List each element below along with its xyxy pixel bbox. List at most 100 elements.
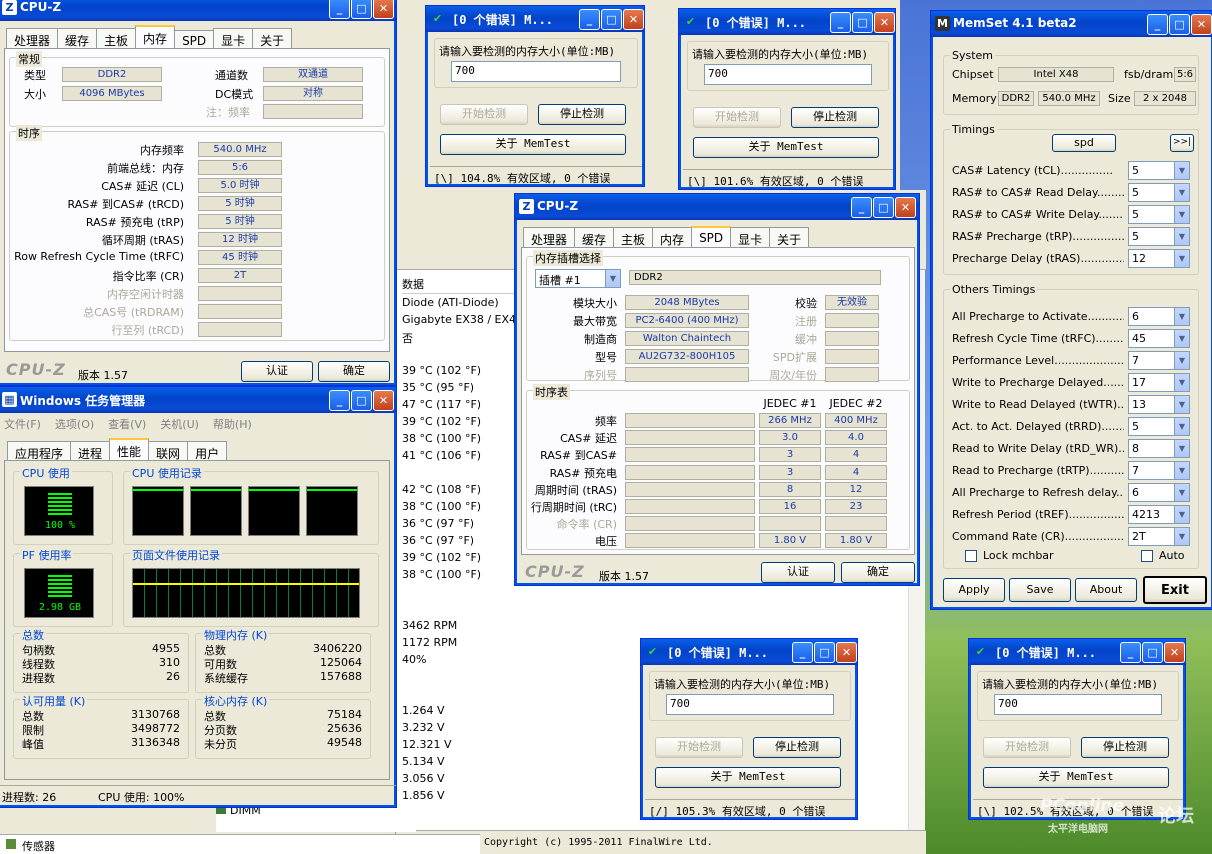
timing-dropdown[interactable]: 5 ▼ bbox=[1128, 161, 1190, 180]
maximize-button[interactable]: □ bbox=[814, 642, 835, 663]
apply-button[interactable]: Apply bbox=[943, 578, 1005, 602]
stop-test-button[interactable]: 停止检测 bbox=[753, 737, 841, 758]
cpu-core-graph bbox=[132, 486, 184, 536]
ok-button[interactable]: 确定 bbox=[841, 562, 915, 583]
close-button[interactable]: ✕ bbox=[836, 642, 857, 663]
timing-dropdown[interactable]: 12 ▼ bbox=[1128, 249, 1190, 268]
chevron-down-icon: ▼ bbox=[1174, 250, 1189, 267]
timing-dropdown[interactable]: 5 ▼ bbox=[1128, 227, 1190, 246]
memory-size-input[interactable]: 700 bbox=[994, 694, 1162, 715]
validate-button[interactable]: 认证 bbox=[241, 361, 313, 382]
about-button[interactable]: About bbox=[1075, 578, 1137, 602]
memtest-input-group: 请输入要检测的内存大小(单位:MB) 700 bbox=[649, 671, 851, 721]
data-value: 5.134 V bbox=[402, 755, 445, 768]
minimize-button[interactable]: _ bbox=[792, 642, 813, 663]
minimize-button[interactable]: _ bbox=[851, 197, 872, 218]
pf-history-group: 页面文件使用记录 bbox=[123, 547, 379, 627]
data-value: 38 °C (100 °F) bbox=[402, 432, 482, 445]
maximize-button[interactable]: □ bbox=[601, 9, 622, 30]
close-button[interactable]: ✕ bbox=[895, 197, 916, 218]
timing-dropdown[interactable]: 2T ▼ bbox=[1128, 527, 1190, 546]
exit-button[interactable]: Exit bbox=[1143, 576, 1207, 604]
timing-value: 5:6 bbox=[198, 160, 282, 175]
lock-mchbar-checkbox[interactable] bbox=[965, 550, 977, 562]
spd-button[interactable]: spd bbox=[1052, 134, 1116, 152]
timing-label-disabled: 内存空闲计时器 bbox=[107, 288, 184, 301]
maximize-button[interactable]: □ bbox=[351, 0, 372, 19]
slot-dropdown[interactable]: 插槽 #1 ▼ bbox=[535, 269, 621, 288]
stat-value: 49548 bbox=[327, 736, 362, 749]
close-button[interactable]: ✕ bbox=[1164, 642, 1185, 663]
timing-dropdown-value: 5 bbox=[1132, 420, 1139, 433]
timing-dropdown[interactable]: 17 ▼ bbox=[1128, 373, 1190, 392]
timing-value-disabled bbox=[198, 304, 282, 319]
menu-item[interactable]: 文件(F) bbox=[4, 418, 41, 431]
chevron-down-icon: ▼ bbox=[1174, 374, 1189, 391]
validate-button[interactable]: 认证 bbox=[761, 562, 835, 583]
data-value: 42 °C (108 °F) bbox=[402, 483, 482, 496]
timing-dropdown[interactable]: 6 ▼ bbox=[1128, 483, 1190, 502]
stat-value: 3136348 bbox=[131, 736, 180, 749]
close-button[interactable]: ✕ bbox=[373, 390, 394, 411]
close-button[interactable]: ✕ bbox=[874, 12, 895, 33]
timing-dropdown[interactable]: 6 ▼ bbox=[1128, 307, 1190, 326]
cpu-usage-status: CPU 使用: 100% bbox=[98, 791, 185, 804]
minimize-button[interactable]: _ bbox=[830, 12, 851, 33]
about-memtest-button[interactable]: 关于 MemTest bbox=[440, 134, 626, 155]
expand-button[interactable]: >>| bbox=[1170, 134, 1194, 152]
chevron-down-icon: ▼ bbox=[1174, 484, 1189, 501]
about-memtest-button[interactable]: 关于 MemTest bbox=[693, 137, 879, 158]
data-value: 38 °C (100 °F) bbox=[402, 500, 482, 513]
start-test-button[interactable]: 开始检测 bbox=[655, 737, 743, 758]
memory-size-input[interactable]: 700 bbox=[704, 64, 872, 85]
maximize-button[interactable]: □ bbox=[1142, 642, 1163, 663]
about-memtest-button[interactable]: 关于 MemTest bbox=[983, 767, 1169, 788]
stop-test-button[interactable]: 停止检测 bbox=[538, 104, 626, 125]
timing-dropdown[interactable]: 13 ▼ bbox=[1128, 395, 1190, 414]
start-test-button[interactable]: 开始检测 bbox=[440, 104, 528, 125]
close-button[interactable]: ✕ bbox=[623, 9, 644, 30]
everest-col-header[interactable]: 数据 bbox=[402, 276, 518, 294]
minimize-button[interactable]: _ bbox=[329, 390, 350, 411]
minimize-button[interactable]: _ bbox=[1120, 642, 1141, 663]
menu-item[interactable]: 查看(V) bbox=[108, 418, 146, 431]
memtest-window: ✔ [0 个错误] M... _ □ ✕ 请输入要检测的内存大小(单位:MB) 700 开始检… bbox=[968, 638, 1186, 820]
sensor-bar[interactable]: 传感器 bbox=[0, 834, 480, 854]
data-value: 36 °C (97 °F) bbox=[402, 517, 475, 530]
minimize-button[interactable]: _ bbox=[329, 0, 350, 19]
timing-dropdown[interactable]: 5 ▼ bbox=[1128, 183, 1190, 202]
minimize-button[interactable]: _ bbox=[579, 9, 600, 30]
ok-button[interactable]: 确定 bbox=[318, 361, 390, 382]
stop-test-button[interactable]: 停止检测 bbox=[1081, 737, 1169, 758]
timing-dropdown[interactable]: 5 ▼ bbox=[1128, 205, 1190, 224]
timing-value: 540.0 MHz bbox=[198, 142, 282, 157]
start-test-button[interactable]: 开始检测 bbox=[983, 737, 1071, 758]
minimize-button[interactable]: _ bbox=[1147, 14, 1168, 35]
start-test-button[interactable]: 开始检测 bbox=[693, 107, 781, 128]
chipset-value: Intel X48 bbox=[998, 67, 1114, 82]
maximize-button[interactable]: □ bbox=[873, 197, 894, 218]
stop-test-button[interactable]: 停止检测 bbox=[791, 107, 879, 128]
memory-size-input[interactable]: 700 bbox=[451, 61, 621, 82]
about-memtest-button[interactable]: 关于 MemTest bbox=[655, 767, 841, 788]
maximize-button[interactable]: □ bbox=[1169, 14, 1190, 35]
timing-table-group: 时序表 JEDEC #1 JEDEC #2 频率 266 MHz 400 MHz CAS#… bbox=[526, 384, 910, 550]
timing-dropdown[interactable]: 7 ▼ bbox=[1128, 351, 1190, 370]
menu-item[interactable]: 帮助(H) bbox=[213, 418, 252, 431]
timing-dropdown[interactable]: 7 ▼ bbox=[1128, 461, 1190, 480]
timing-dropdown[interactable]: 5 ▼ bbox=[1128, 417, 1190, 436]
memory-size-input[interactable]: 700 bbox=[666, 694, 834, 715]
auto-checkbox[interactable] bbox=[1141, 550, 1153, 562]
nb-freq-label: 注：频率 bbox=[206, 106, 250, 119]
close-button[interactable]: ✕ bbox=[1191, 14, 1212, 35]
timing-dropdown[interactable]: 8 ▼ bbox=[1128, 439, 1190, 458]
menu-item[interactable]: 关机(U) bbox=[160, 418, 199, 431]
maximize-button[interactable]: □ bbox=[852, 12, 873, 33]
maximize-button[interactable]: □ bbox=[351, 390, 372, 411]
close-button[interactable]: ✕ bbox=[373, 0, 394, 19]
timing-dropdown[interactable]: 4213 ▼ bbox=[1128, 505, 1190, 524]
menu-item[interactable]: 选项(O) bbox=[55, 418, 94, 431]
timing-dropdown[interactable]: 45 ▼ bbox=[1128, 329, 1190, 348]
spd-value: Walton Chaintech bbox=[625, 331, 749, 346]
save-button[interactable]: Save bbox=[1009, 578, 1071, 602]
